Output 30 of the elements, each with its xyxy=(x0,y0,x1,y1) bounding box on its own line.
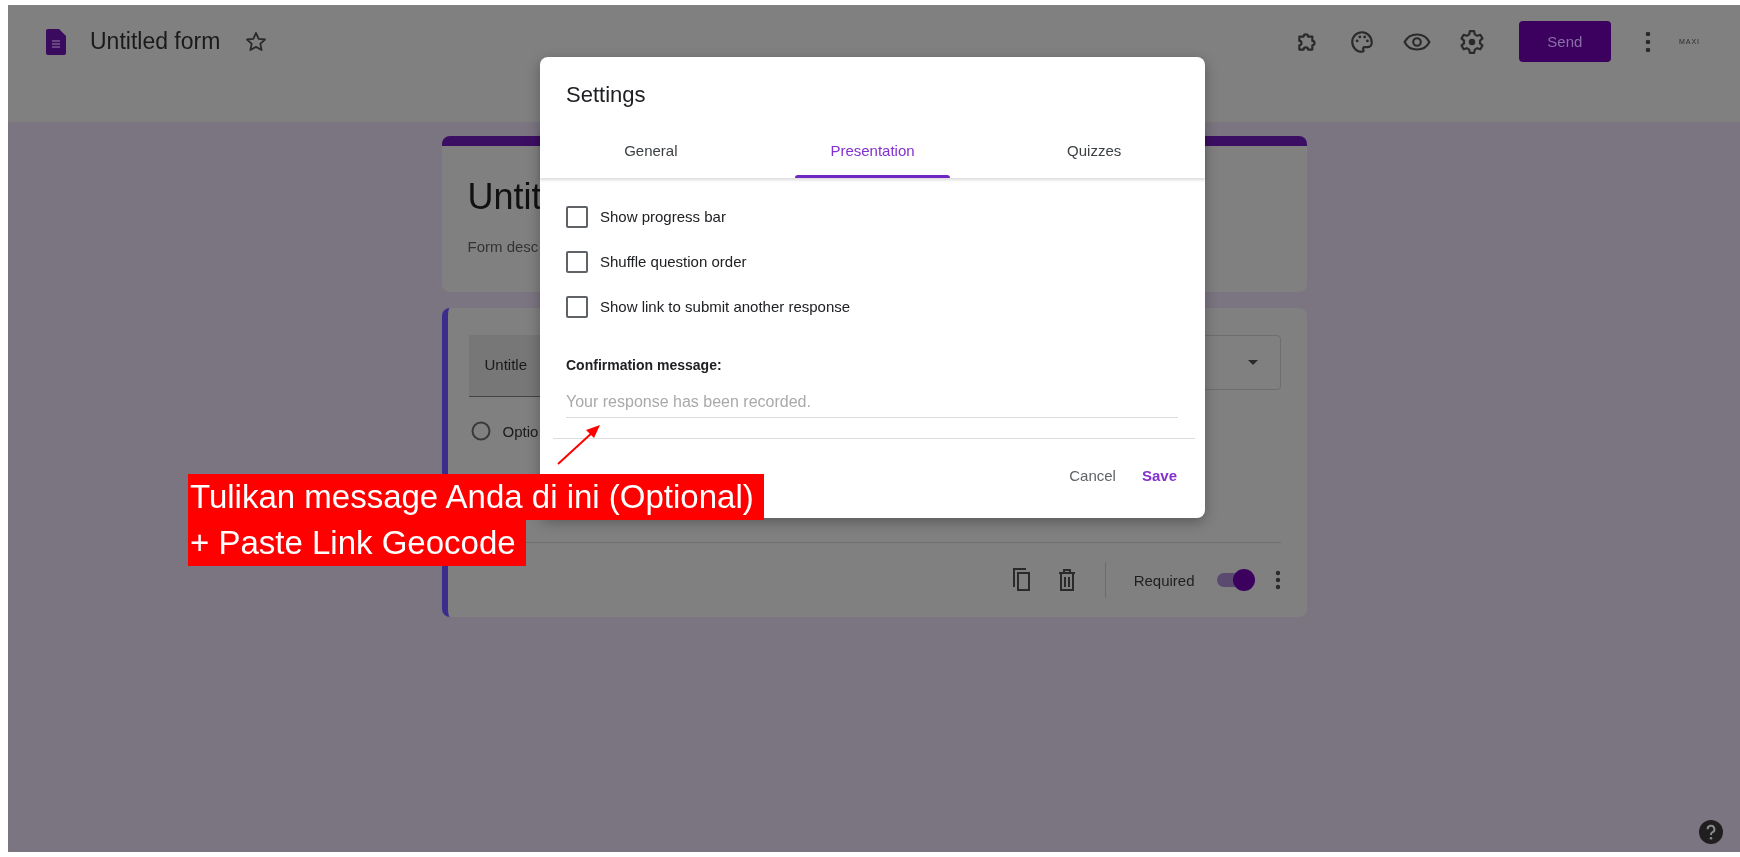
delete-icon[interactable] xyxy=(1056,569,1077,591)
help-icon[interactable] xyxy=(1699,820,1723,844)
confirmation-label: Confirmation message: xyxy=(566,357,723,373)
annotation-label: Tulikan message Anda di ini (Optional) xyxy=(188,474,764,520)
palette-icon[interactable] xyxy=(1348,28,1375,55)
settings-tab[interactable]: Quizzes xyxy=(983,130,1205,178)
save-button[interactable]: Save xyxy=(1139,463,1179,488)
settings-tab[interactable]: General xyxy=(540,130,762,178)
annotation-label: + Paste Link Geocode xyxy=(188,520,526,566)
send-button[interactable]: Send xyxy=(1518,21,1611,62)
checkbox-label[interactable]: Show progress bar xyxy=(600,208,726,225)
annotation-arrow xyxy=(556,424,602,466)
required-label: Required xyxy=(1133,571,1195,589)
form-document-icon[interactable] xyxy=(46,28,66,55)
caret-icon xyxy=(1247,360,1258,365)
settings-icon[interactable] xyxy=(1458,28,1485,55)
checkbox[interactable] xyxy=(566,295,588,318)
settings-tab[interactable]: Presentation xyxy=(761,130,984,178)
option-text[interactable]: Optio xyxy=(502,422,539,440)
checkbox-label[interactable]: Shuffle question order xyxy=(600,253,747,270)
checkbox-label[interactable]: Show link to submit another response xyxy=(600,298,851,315)
form-title[interactable]: Untitled form xyxy=(90,28,221,55)
star-icon[interactable] xyxy=(244,29,269,54)
checkbox[interactable] xyxy=(566,205,588,228)
cancel-button[interactable]: Cancel xyxy=(1067,463,1118,488)
checkbox[interactable] xyxy=(566,250,588,273)
more-options-icon[interactable] xyxy=(1274,570,1281,590)
dialog-title: Settings xyxy=(565,81,647,109)
radio-icon xyxy=(470,421,491,441)
more-options-icon[interactable] xyxy=(1644,30,1651,53)
